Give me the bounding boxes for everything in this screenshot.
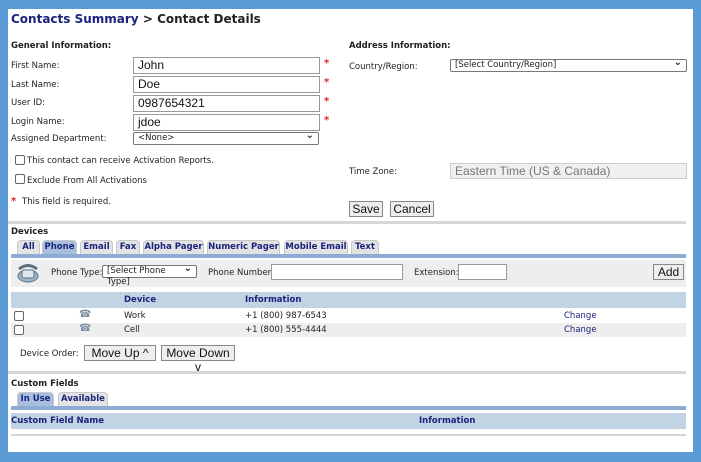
move-up-button[interactable]: Move Up ^ xyxy=(84,345,156,361)
change-link[interactable]: Change xyxy=(564,311,597,321)
telephone-icon: ☎ xyxy=(79,323,92,334)
tab-available[interactable]: Available xyxy=(58,392,108,406)
activation-reports-checkbox[interactable] xyxy=(15,155,25,165)
divider xyxy=(11,434,686,436)
breadcrumb: Contacts Summary > Contact Details xyxy=(11,12,261,26)
country-select[interactable]: [Select Country/Region] xyxy=(450,57,687,72)
save-button[interactable]: Save xyxy=(349,201,383,217)
divider xyxy=(8,371,686,374)
login-name-label: Login Name: xyxy=(11,117,65,127)
custom-fields-table-header: Custom Field Name Information xyxy=(11,413,686,429)
phone-type-select[interactable]: [Select Phone Type] xyxy=(102,263,197,287)
devices-heading: Devices xyxy=(11,227,49,237)
user-id-input[interactable]: 0987654321 xyxy=(133,95,320,112)
row-checkbox[interactable] xyxy=(14,311,24,321)
custom-field-tabs: In Use Available xyxy=(8,392,208,406)
required-icon: * xyxy=(11,196,17,207)
country-label: Country/Region: xyxy=(349,62,418,72)
last-name-label: Last Name: xyxy=(11,80,60,90)
extension-label: Extension: xyxy=(414,268,459,278)
tab-underline xyxy=(11,406,686,410)
breadcrumb-separator: > xyxy=(138,12,158,26)
move-down-button[interactable]: Move Down v xyxy=(161,345,235,374)
phone-type-label: Phone Type: xyxy=(51,268,103,278)
exclude-activations-checkbox[interactable] xyxy=(15,174,25,184)
address-heading: Address Information: xyxy=(349,41,451,51)
column-device: Device xyxy=(124,295,157,305)
last-name-input[interactable]: Doe xyxy=(133,76,320,93)
phone-number-label: Phone Number: xyxy=(208,268,274,278)
required-icon: * xyxy=(324,96,330,107)
required-icon: * xyxy=(324,58,330,69)
timezone-input[interactable]: Eastern Time (US & Canada) xyxy=(450,163,687,179)
row-checkbox[interactable] xyxy=(14,325,24,335)
tab-numeric-pager[interactable]: Numeric Pager xyxy=(207,240,280,254)
general-heading: General Information: xyxy=(11,41,112,51)
required-note: This field is required. xyxy=(22,197,111,207)
telephone-icon xyxy=(16,262,40,284)
department-value: <None> xyxy=(138,133,175,143)
column-custom-field-name: Custom Field Name xyxy=(11,416,104,426)
tab-phone[interactable]: Phone xyxy=(42,240,77,254)
country-value: [Select Country/Region] xyxy=(455,60,557,70)
devices-table-header: Device Information xyxy=(11,292,686,308)
custom-fields-heading: Custom Fields xyxy=(11,379,79,389)
column-information: Information xyxy=(245,295,302,305)
change-link[interactable]: Change xyxy=(564,325,597,335)
telephone-icon: ☎ xyxy=(79,309,92,320)
tab-email[interactable]: Email xyxy=(80,240,113,254)
device-tabs: All Phone Email Fax Alpha Pager Numeric … xyxy=(8,240,688,254)
add-device-button[interactable]: Add xyxy=(653,264,684,280)
device-order-label: Device Order: xyxy=(20,349,79,359)
first-name-label: First Name: xyxy=(11,61,60,71)
login-name-input[interactable]: jdoe xyxy=(133,114,320,131)
column-information: Information xyxy=(419,416,476,426)
department-select[interactable]: <None> xyxy=(133,130,319,145)
table-row: ☎ Cell +1 (800) 555-4444 Change xyxy=(11,323,686,337)
phone-number-input[interactable] xyxy=(271,264,403,280)
department-label: Assigned Department: xyxy=(11,134,107,144)
breadcrumb-contacts-summary[interactable]: Contacts Summary xyxy=(11,12,139,26)
timezone-label: Time Zone: xyxy=(349,167,398,177)
tab-mobile-email[interactable]: Mobile Email xyxy=(284,240,348,254)
divider xyxy=(8,221,686,224)
device-name: Cell xyxy=(124,325,140,335)
device-name: Work xyxy=(124,311,146,321)
extension-input[interactable] xyxy=(458,264,507,280)
page-title: Contact Details xyxy=(157,12,261,26)
table-row: ☎ Work +1 (800) 987-6543 Change xyxy=(11,309,686,323)
activation-reports-label: This contact can receive Activation Repo… xyxy=(27,156,214,166)
tab-fax[interactable]: Fax xyxy=(116,240,140,254)
tab-all[interactable]: All xyxy=(17,240,40,254)
device-information: +1 (800) 987-6543 xyxy=(245,311,327,321)
tab-alpha-pager[interactable]: Alpha Pager xyxy=(143,240,204,254)
cancel-button[interactable]: Cancel xyxy=(390,201,434,217)
first-name-input[interactable]: John xyxy=(133,57,320,74)
required-icon: * xyxy=(324,115,330,126)
tab-text[interactable]: Text xyxy=(351,240,379,254)
device-information: +1 (800) 555-4444 xyxy=(245,325,327,335)
user-id-label: User ID: xyxy=(11,98,45,108)
tab-underline xyxy=(11,254,686,258)
tab-in-use[interactable]: In Use xyxy=(17,392,54,406)
exclude-activations-label: Exclude From All Activations xyxy=(27,176,147,186)
contact-details-page: Contacts Summary > Contact Details Gener… xyxy=(8,9,693,452)
required-icon: * xyxy=(324,77,330,88)
